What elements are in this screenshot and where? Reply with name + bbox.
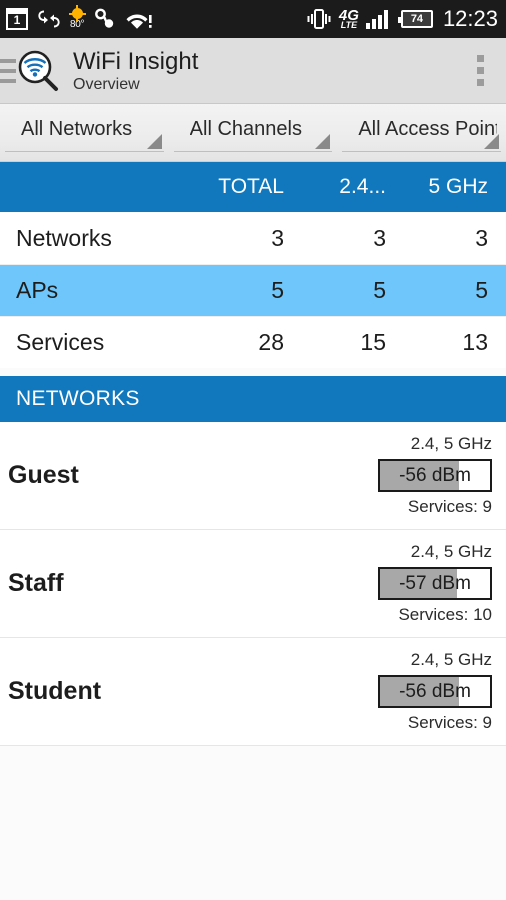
overflow-menu-icon[interactable] (477, 55, 484, 86)
network-type-sub-label: LTE (340, 20, 358, 30)
list-item[interactable]: Guest 2.4, 5 GHz -56 dBm Services: 9 (0, 422, 506, 530)
access-point-filter-label: All Access Points (358, 117, 498, 140)
network-bands: 2.4, 5 GHz (410, 650, 492, 669)
weather-temperature-indicator: 80° (68, 5, 86, 30)
network-services-count: Services: 10 (398, 605, 492, 624)
signal-strength-label: -56 dBm (399, 680, 471, 702)
list-item[interactable]: Staff 2.4, 5 GHz -57 dBm Services: 10 (0, 530, 506, 638)
chevron-down-icon (484, 134, 500, 149)
summary-table-header: TOTAL 2.4... 5 GHz (0, 162, 506, 212)
summary-row-label: Networks (16, 224, 112, 251)
sim-badge-label: 1 (13, 13, 21, 27)
networks-section-header: NETWORKS (0, 376, 506, 422)
summary-row-total: 28 (258, 329, 284, 355)
network-services-count: Services: 9 (407, 713, 492, 732)
channel-filter-spinner[interactable]: All Channels (173, 112, 333, 152)
signal-strength-label: -56 dBm (399, 464, 471, 486)
overflow-dot (477, 67, 484, 74)
status-bar: 1 80° 4G LTE 74 12:23 (0, 0, 506, 38)
sim-card-icon: 1 (6, 8, 28, 30)
table-row[interactable]: APs 5 5 5 (0, 264, 506, 316)
summary-row-5ghz: 3 (475, 224, 488, 251)
status-bar-left-icons: 1 80° (6, 5, 153, 31)
clock-label: 12:23 (442, 6, 498, 31)
table-row[interactable]: Networks 3 3 3 (0, 212, 506, 264)
status-bar-right-icons: 4G LTE 74 12:23 (306, 6, 498, 32)
network-details: 2.4, 5 GHz -57 dBm Services: 10 (378, 542, 492, 625)
filter-bar: All Networks All Channels All Access Poi… (0, 104, 506, 162)
sync-icon (37, 7, 61, 31)
network-bands: 2.4, 5 GHz (410, 542, 492, 561)
networks-list: Guest 2.4, 5 GHz -56 dBm Services: 9 Sta… (0, 422, 506, 746)
summary-row-total: 5 (271, 277, 284, 303)
network-details: 2.4, 5 GHz -56 dBm Services: 9 (378, 650, 492, 733)
network-filter-spinner[interactable]: All Networks (5, 112, 164, 152)
empty-list-area (0, 746, 506, 886)
signal-strength-label: -57 dBm (399, 572, 471, 594)
chevron-down-icon (315, 134, 331, 149)
chevron-down-icon (146, 134, 162, 149)
headset-icon (93, 7, 117, 31)
wifi-magnifier-logo (15, 48, 61, 94)
table-row[interactable]: Services 28 15 13 (0, 316, 506, 368)
network-bands: 2.4, 5 GHz (410, 434, 492, 453)
battery-level-label: 74 (410, 13, 424, 25)
network-services-count: Services: 9 (407, 497, 492, 516)
signal-strength-bar: -57 dBm (378, 567, 492, 600)
summary-row-24ghz: 15 (360, 329, 386, 355)
summary-header-total: TOTAL (218, 175, 284, 198)
summary-row-24ghz: 5 (373, 277, 386, 303)
network-type-icon: 4G LTE (339, 8, 359, 30)
signal-bars-icon (365, 8, 394, 30)
summary-row-5ghz: 5 (475, 277, 488, 303)
vibrate-icon (306, 8, 332, 30)
hamburger-menu-icon[interactable] (0, 58, 16, 83)
access-point-filter-spinner[interactable]: All Access Points (342, 112, 502, 152)
network-name: Student (8, 677, 102, 705)
page-subtitle: Overview (73, 75, 140, 93)
wifi-alert-icon (126, 7, 153, 31)
app-bar-titles: WiFi Insight Overview (73, 48, 198, 94)
hamburger-line (0, 68, 16, 73)
summary-row-5ghz: 13 (462, 329, 488, 355)
overflow-dot (477, 55, 484, 62)
summary-table: TOTAL 2.4... 5 GHz Networks 3 3 3 APs 5 … (0, 162, 506, 368)
network-name: Staff (8, 569, 64, 597)
summary-header-24ghz: 2.4... (339, 175, 386, 198)
summary-row-24ghz: 3 (373, 224, 386, 251)
signal-strength-bar: -56 dBm (378, 459, 492, 492)
summary-row-label: Services (16, 329, 105, 355)
summary-header-5ghz: 5 GHz (428, 175, 488, 198)
sun-icon (68, 5, 86, 22)
app-bar: WiFi Insight Overview (0, 38, 506, 104)
network-filter-label: All Networks (21, 117, 133, 140)
battery-icon: 74 (397, 10, 433, 28)
summary-row-label: APs (16, 277, 59, 303)
app-root: 1 80° 4G LTE 74 12:23 WiFi Insight Overv… (0, 0, 506, 900)
hamburger-line (0, 78, 16, 83)
page-title: WiFi Insight (73, 47, 199, 75)
channel-filter-label: All Channels (189, 117, 302, 140)
network-details: 2.4, 5 GHz -56 dBm Services: 9 (378, 434, 492, 517)
summary-row-total: 3 (271, 224, 284, 251)
network-name: Guest (8, 461, 79, 489)
hamburger-line (0, 58, 16, 63)
signal-strength-bar: -56 dBm (378, 675, 492, 708)
overflow-dot (477, 79, 484, 86)
list-item[interactable]: Student 2.4, 5 GHz -56 dBm Services: 9 (0, 638, 506, 746)
